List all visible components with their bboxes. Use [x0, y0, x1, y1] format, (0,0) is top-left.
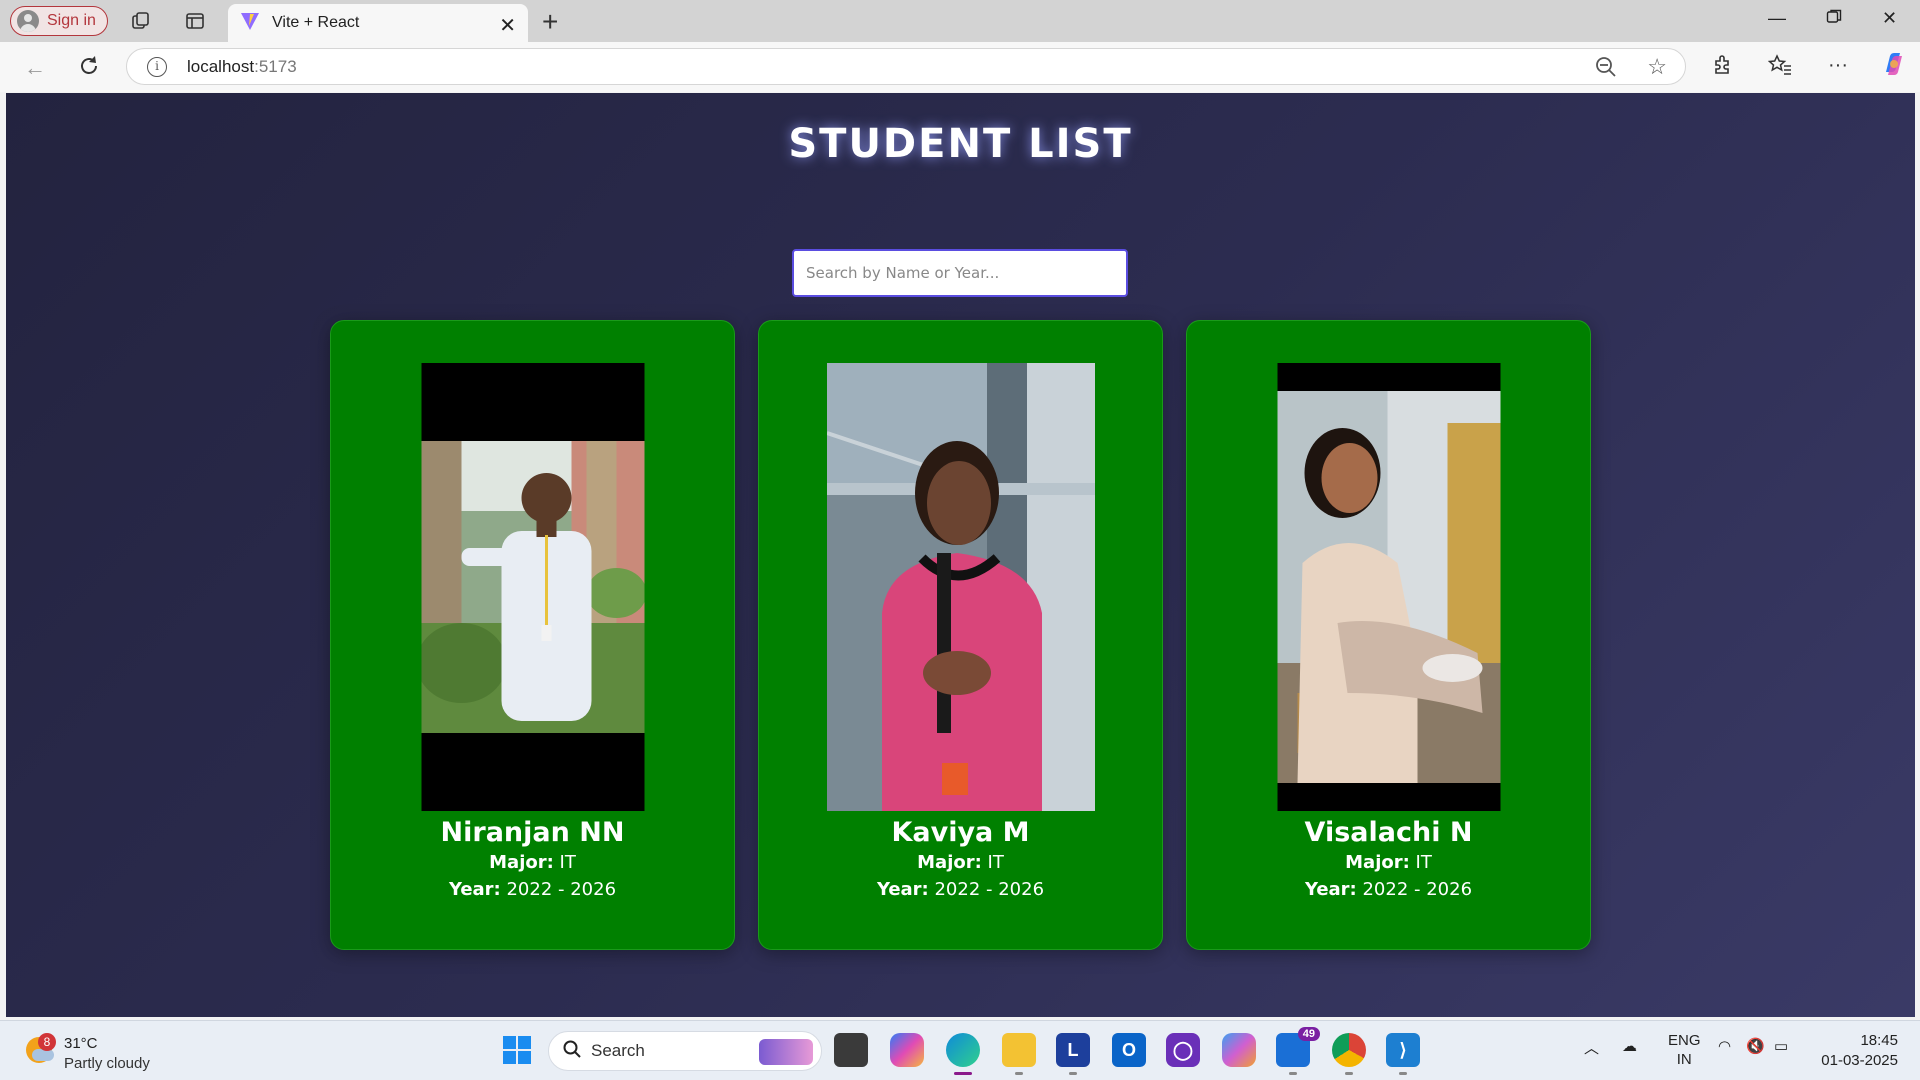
circle-app-icon[interactable]: ◯: [1166, 1033, 1200, 1067]
student-name: Kaviya M: [891, 817, 1030, 848]
student-name: Visalachi N: [1304, 817, 1473, 848]
app-l-icon[interactable]: L: [1056, 1033, 1090, 1075]
more-menu-icon[interactable]: ···: [1828, 54, 1848, 77]
student-card: Niranjan NN Major: IT Year: 2022 - 2026: [330, 320, 735, 950]
minimize-icon[interactable]: —: [1768, 8, 1786, 29]
windows-taskbar: 8 31°C Partly cloudy Search L O ◯ 49 ⟩ ︿…: [0, 1020, 1920, 1080]
close-tab-icon[interactable]: ✕: [499, 13, 516, 38]
weather-condition: Partly cloudy: [64, 1055, 150, 1072]
year-label: Year:: [876, 879, 929, 900]
student-major: Major: IT: [331, 852, 734, 873]
student-card: Kaviya M Major: IT Year: 2022 - 2026: [758, 320, 1163, 950]
wifi-icon[interactable]: ◠: [1718, 1037, 1731, 1055]
weather-temperature: 31°C: [64, 1035, 98, 1052]
weather-cloud-icon: [32, 1049, 54, 1061]
language-bottom: IN: [1676, 1051, 1692, 1068]
language-indicator[interactable]: ENG IN: [1668, 1031, 1701, 1069]
search-highlight-icon: [759, 1039, 813, 1065]
volume-muted-icon[interactable]: 🔇: [1746, 1037, 1765, 1055]
zoom-out-icon[interactable]: [1595, 56, 1617, 83]
student-year: Year: 2022 - 2026: [331, 879, 734, 900]
year-label: Year:: [1304, 879, 1357, 900]
extensions-icon[interactable]: [1712, 54, 1734, 82]
store-badge: 49: [1297, 1027, 1320, 1041]
major-value: IT: [1415, 852, 1432, 873]
restore-icon[interactable]: [1826, 8, 1842, 29]
address-bar-row: ← i localhost:5173 ☆ ···: [0, 42, 1920, 92]
onedrive-offline-icon[interactable]: ☁: [1622, 1037, 1637, 1055]
weather-widget[interactable]: 8 31°C Partly cloudy: [22, 1033, 152, 1073]
tab-actions-icon[interactable]: [184, 10, 206, 32]
url-port: :5173: [254, 56, 297, 76]
site-info-icon[interactable]: i: [147, 56, 167, 77]
new-tab-icon[interactable]: +: [542, 6, 558, 38]
sign-in-button[interactable]: Sign in: [10, 6, 108, 36]
start-windows-icon[interactable]: [500, 1033, 534, 1067]
weather-badge: 8: [38, 1033, 56, 1051]
student-list-page: STUDENT LIST Search by Name or Year... N…: [6, 93, 1915, 1017]
battery-icon[interactable]: ▭: [1774, 1037, 1788, 1055]
page-title: STUDENT LIST: [788, 121, 1133, 167]
student-year: Year: 2022 - 2026: [1187, 879, 1590, 900]
favorites-icon[interactable]: [1767, 54, 1792, 82]
sign-in-label: Sign in: [47, 12, 96, 29]
student-cards: Niranjan NN Major: IT Year: 2022 - 2026: [330, 320, 1591, 950]
edge-browser-icon[interactable]: [946, 1033, 980, 1075]
workspaces-icon[interactable]: [130, 10, 152, 32]
year-value: 2022 - 2026: [1362, 879, 1473, 900]
tab-vite-react[interactable]: Vite + React ✕: [228, 4, 528, 42]
copilot-icon[interactable]: [1880, 50, 1908, 84]
tab-title: Vite + React: [272, 14, 360, 31]
outlook-icon[interactable]: O: [1112, 1033, 1146, 1067]
major-label: Major:: [917, 852, 982, 873]
major-value: IT: [987, 852, 1004, 873]
url-text: localhost:5173: [187, 57, 297, 77]
store-icon[interactable]: 49: [1276, 1027, 1320, 1075]
copilot-app-icon[interactable]: [890, 1033, 924, 1067]
student-year: Year: 2022 - 2026: [759, 879, 1162, 900]
refresh-icon[interactable]: [78, 55, 100, 83]
vscode-icon[interactable]: ⟩: [1386, 1033, 1420, 1075]
student-photo: [421, 363, 644, 811]
student-search-input[interactable]: [792, 249, 1128, 297]
taskbar-search-label: Search: [591, 1041, 645, 1060]
year-label: Year:: [448, 879, 501, 900]
profile-avatar-icon: [17, 10, 39, 32]
microsoft-365-icon[interactable]: [1222, 1033, 1256, 1067]
student-name: Niranjan NN: [440, 817, 625, 848]
clock[interactable]: 18:45 01-03-2025: [1821, 1031, 1898, 1071]
browser-tab-bar: Sign in Vite + React ✕ + — ✕: [0, 0, 1920, 42]
student-photo: [1277, 363, 1500, 811]
favorite-star-icon[interactable]: ☆: [1647, 54, 1667, 80]
search-icon: [563, 1040, 581, 1063]
show-hidden-icons-icon[interactable]: ︿: [1584, 1037, 1599, 1058]
close-window-icon[interactable]: ✕: [1882, 8, 1897, 29]
major-value: IT: [559, 852, 576, 873]
year-value: 2022 - 2026: [934, 879, 1045, 900]
student-major: Major: IT: [1187, 852, 1590, 873]
student-photo: [826, 363, 1095, 811]
task-view-icon[interactable]: [834, 1033, 868, 1067]
back-icon[interactable]: ←: [24, 55, 46, 81]
chrome-icon[interactable]: [1332, 1033, 1366, 1075]
student-card: Visalachi N Major: IT Year: 2022 - 2026: [1186, 320, 1591, 950]
major-label: Major:: [489, 852, 554, 873]
clock-date: 01-03-2025: [1821, 1052, 1898, 1069]
major-label: Major:: [1345, 852, 1410, 873]
student-major: Major: IT: [759, 852, 1162, 873]
year-value: 2022 - 2026: [506, 879, 617, 900]
vite-logo-icon: [240, 11, 260, 36]
url-field[interactable]: i localhost:5173 ☆: [126, 48, 1686, 85]
clock-time: 18:45: [1860, 1032, 1898, 1049]
taskbar-search[interactable]: Search: [548, 1031, 822, 1071]
language-top: ENG: [1668, 1032, 1701, 1049]
url-host: localhost: [187, 56, 255, 76]
file-explorer-icon[interactable]: [1002, 1033, 1036, 1075]
